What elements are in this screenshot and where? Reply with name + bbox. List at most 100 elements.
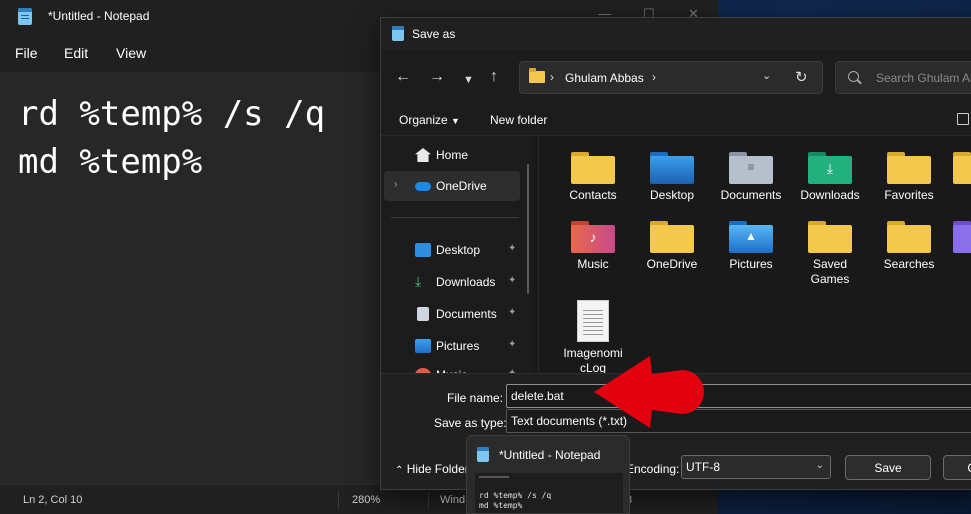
nav-item-onedrive[interactable]: › OneDrive [384, 171, 520, 201]
organize-label: Organize [399, 113, 448, 127]
folder-label: Contacts [569, 188, 617, 202]
folder-label: Music [577, 257, 609, 271]
nav-divider [391, 217, 519, 218]
chevron-right-icon[interactable]: › [652, 70, 656, 84]
chevron-down-icon: ⌄ [815, 460, 824, 471]
nav-pane-scrollbar[interactable] [527, 164, 529, 294]
nav-item-documents[interactable]: Documents ✦ [384, 299, 520, 329]
folder-icon [953, 219, 971, 253]
folder-searches[interactable]: Searches [871, 219, 947, 272]
search-box[interactable]: Search Ghulam Abbas [835, 61, 971, 94]
forward-arrow-icon[interactable]: → [429, 67, 445, 87]
folder-desktop[interactable]: Desktop [634, 150, 710, 203]
nav-item-label: Home [436, 148, 469, 162]
home-icon [415, 148, 431, 162]
folder-downloads[interactable]: ⤓ Downloads [792, 150, 868, 203]
navigation-bar: ← → ▼ ↑ › Ghulam Abbas › ⌄ ↻ Search Ghul… [381, 50, 971, 106]
save-button[interactable]: Save [845, 455, 931, 480]
status-divider [428, 491, 429, 509]
nav-item-label: Pictures [436, 339, 480, 353]
preview-menu-bar [479, 476, 509, 478]
hide-folders-label: Hide Folders [406, 462, 475, 476]
folder-label: Pictures [729, 257, 773, 271]
chevron-down-icon: ▼ [451, 116, 460, 126]
new-folder-button[interactable]: New folder [490, 113, 547, 127]
up-arrow-icon[interactable]: ↑ [490, 67, 498, 87]
folder-partial[interactable] [947, 150, 971, 184]
address-path[interactable]: Ghulam Abbas [565, 71, 644, 85]
picture-icon [415, 339, 431, 353]
folder-icon [571, 150, 615, 184]
menu-file[interactable]: File [15, 45, 38, 61]
pin-icon[interactable]: ✦ [508, 275, 516, 286]
preview-line: rd %temp% /s /q [479, 491, 552, 500]
text-line: rd %temp% /s /q [18, 94, 326, 134]
dialog-body: Home › OneDrive Desktop ✦ ⤓ Downloads ✦ [381, 135, 971, 382]
file-name-label: File name: [447, 391, 504, 405]
taskbar-thumbnail[interactable]: *Untitled - Notepad rd %temp% /s /q md %… [466, 435, 630, 514]
back-arrow-icon[interactable]: ← [395, 67, 411, 87]
nav-item-downloads[interactable]: ⤓ Downloads ✦ [384, 267, 520, 297]
pane-splitter[interactable] [538, 136, 539, 374]
refresh-icon[interactable]: ↻ [795, 68, 808, 86]
pin-icon[interactable]: ✦ [508, 307, 516, 318]
arrow-shape [594, 356, 704, 428]
dialog-title-bar: Save as [381, 18, 971, 50]
nav-item-desktop[interactable]: Desktop ✦ [384, 235, 520, 265]
documents-folder-icon: ≡ [729, 150, 773, 184]
pin-icon[interactable]: ✦ [508, 243, 516, 254]
music-folder-icon: ♪ [571, 219, 615, 253]
encoding-select[interactable]: UTF-8 ⌄ [681, 455, 831, 479]
cancel-button[interactable]: Cancel [943, 455, 971, 480]
preview-line: md %temp% [479, 501, 523, 510]
folder-label: Saved Games [810, 257, 850, 286]
address-bar[interactable]: › Ghulam Abbas › ⌄ ↻ [519, 61, 823, 94]
folder-favorites[interactable]: Favorites [871, 150, 947, 203]
text-file-icon [577, 300, 609, 342]
folder-pictures[interactable]: ▲ Pictures [713, 219, 789, 272]
chevron-right-icon[interactable]: › [394, 179, 397, 190]
folder-icon [953, 150, 971, 184]
line-ending: Wind [440, 494, 466, 506]
organize-button[interactable]: Organize ▼ [399, 113, 460, 127]
desktop-folder-icon [650, 150, 694, 184]
nav-item-pictures[interactable]: Pictures ✦ [384, 331, 520, 361]
nav-item-label: Documents [436, 307, 497, 321]
file-name-input[interactable]: delete.bat [506, 384, 971, 408]
menu-view[interactable]: View [116, 45, 146, 61]
thumbnail-preview: rd %temp% /s /q md %temp% [475, 473, 623, 513]
hide-folders-toggle[interactable]: ⌃ Hide Folders [395, 462, 475, 476]
nav-item-home[interactable]: Home [384, 140, 520, 170]
command-bar: Organize ▼ New folder [381, 106, 971, 135]
pin-icon[interactable]: ✦ [508, 339, 516, 350]
folder-contacts[interactable]: Contacts [555, 150, 631, 203]
save-as-type-select[interactable]: Text documents (*.txt) [506, 409, 971, 433]
download-icon: ⤓ [415, 273, 422, 289]
view-options-icon[interactable] [957, 113, 969, 125]
folder-onedrive[interactable]: OneDrive [634, 219, 710, 272]
notepad-icon [392, 26, 404, 41]
nav-item-label: OneDrive [436, 179, 487, 193]
pictures-folder-icon: ▲ [729, 219, 773, 253]
folder-icon [529, 68, 545, 83]
text-line: md %temp% [18, 142, 203, 182]
folder-partial[interactable] [947, 219, 971, 253]
notepad-icon [477, 447, 489, 462]
folder-icon [887, 219, 931, 253]
search-placeholder[interactable]: Search Ghulam Abbas [876, 71, 971, 85]
folder-icon [808, 219, 852, 253]
zoom-level: 280% [352, 494, 381, 506]
menu-edit[interactable]: Edit [64, 45, 88, 61]
recent-locations-chevron-icon[interactable]: ▼ [463, 70, 474, 90]
folder-label: Downloads [800, 188, 860, 202]
folder-saved-games[interactable]: Saved Games [792, 219, 868, 287]
encoding-value: UTF-8 [686, 460, 720, 474]
chevron-right-icon: › [550, 70, 554, 84]
folder-music[interactable]: ♪ Music [555, 219, 631, 272]
folder-label: Favorites [884, 188, 934, 202]
folder-documents[interactable]: ≡ Documents [713, 150, 789, 203]
document-icon [417, 307, 429, 321]
file-list: Contacts Desktop ≡ Documents ⤓ Downloads… [541, 136, 971, 375]
chevron-down-icon[interactable]: ⌄ [762, 69, 771, 82]
desktop-icon [415, 243, 431, 257]
